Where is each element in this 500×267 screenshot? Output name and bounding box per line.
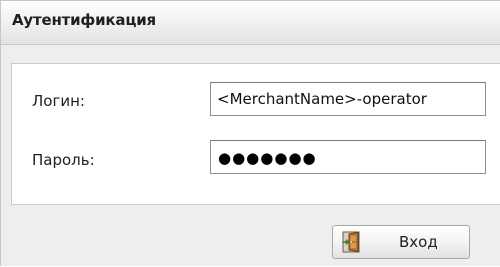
password-input[interactable]: ●●●●●●● [210,140,486,174]
dialog-footer: Вход [1,205,500,267]
authentication-dialog: Аутентификация Логин: Пароль: ●●●●●●● Вх… [0,0,500,266]
door-enter-icon [342,231,360,253]
login-form: Логин: Пароль: ●●●●●●● [11,63,500,205]
login-input[interactable] [210,82,486,116]
password-mask: ●●●●●●● [218,149,317,167]
login-button-label: Вход [399,233,438,251]
dialog-titlebar: Аутентификация [1,1,500,45]
login-button[interactable]: Вход [332,225,470,259]
dialog-title: Аутентификация [12,11,156,29]
login-label: Логин: [32,92,85,110]
password-label: Пароль: [32,151,95,169]
